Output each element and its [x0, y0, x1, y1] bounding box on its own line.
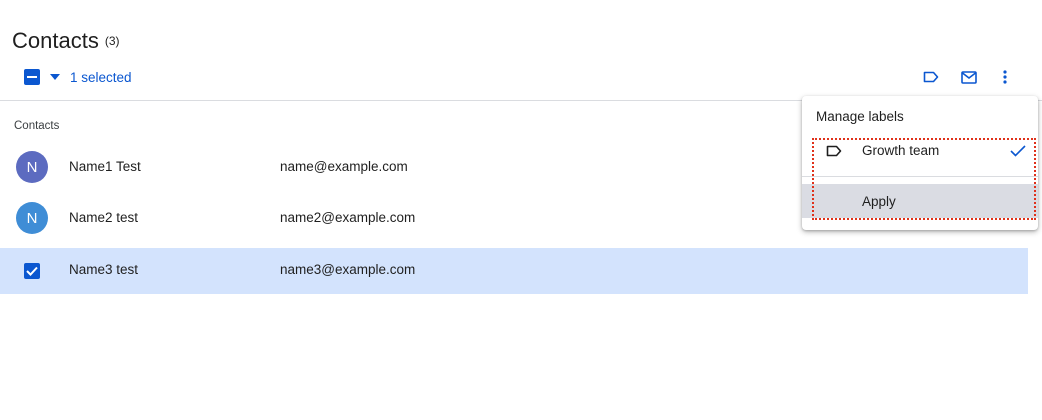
contact-count: (3)	[104, 34, 120, 48]
select-all-checkbox[interactable]	[24, 69, 40, 85]
page-title-row: Contacts (3)	[12, 28, 120, 54]
email-icon	[961, 70, 977, 84]
row-checkbox[interactable]	[24, 263, 40, 279]
selection-toolbar: 1 selected	[0, 64, 1042, 92]
apply-label: Apply	[862, 194, 896, 209]
page-title: Contacts	[12, 28, 99, 53]
contact-email: name2@example.com	[280, 210, 416, 225]
contact-email: name3@example.com	[280, 262, 416, 277]
menu-header: Manage labels	[816, 109, 904, 124]
avatar[interactable]: N	[16, 202, 48, 234]
indeterminate-icon	[27, 76, 37, 78]
manage-labels-button[interactable]	[920, 66, 942, 88]
label-icon	[826, 144, 842, 158]
contact-name: Name3 test	[69, 262, 139, 277]
checkmark-icon	[26, 266, 38, 276]
selected-count: 1 selected	[70, 70, 132, 85]
menu-item-label: Growth team	[862, 143, 940, 158]
manage-labels-menu: Manage labels Growth team Apply	[802, 96, 1038, 230]
select-menu-caret[interactable]	[49, 70, 61, 84]
menu-item-growth-team[interactable]: Growth team	[802, 138, 1038, 164]
send-email-button[interactable]	[958, 66, 980, 88]
avatar[interactable]: N	[16, 151, 48, 183]
more-actions-button[interactable]	[994, 66, 1016, 88]
label-icon	[923, 71, 939, 83]
more-vert-icon	[1003, 70, 1007, 84]
caret-down-icon	[50, 74, 60, 80]
contact-name: Name1 Test	[69, 159, 141, 174]
section-label: Contacts	[14, 120, 60, 132]
contact-name: Name2 test	[69, 210, 139, 225]
menu-separator	[802, 176, 1038, 177]
contact-email: name@example.com	[280, 159, 408, 174]
apply-button[interactable]: Apply	[802, 184, 1038, 218]
check-icon	[1008, 142, 1028, 160]
contacts-page: Contacts (3) 1 selected Contacts N Name1…	[0, 0, 1042, 420]
contact-row-selected[interactable]: Name3 test name3@example.com	[0, 248, 1028, 294]
